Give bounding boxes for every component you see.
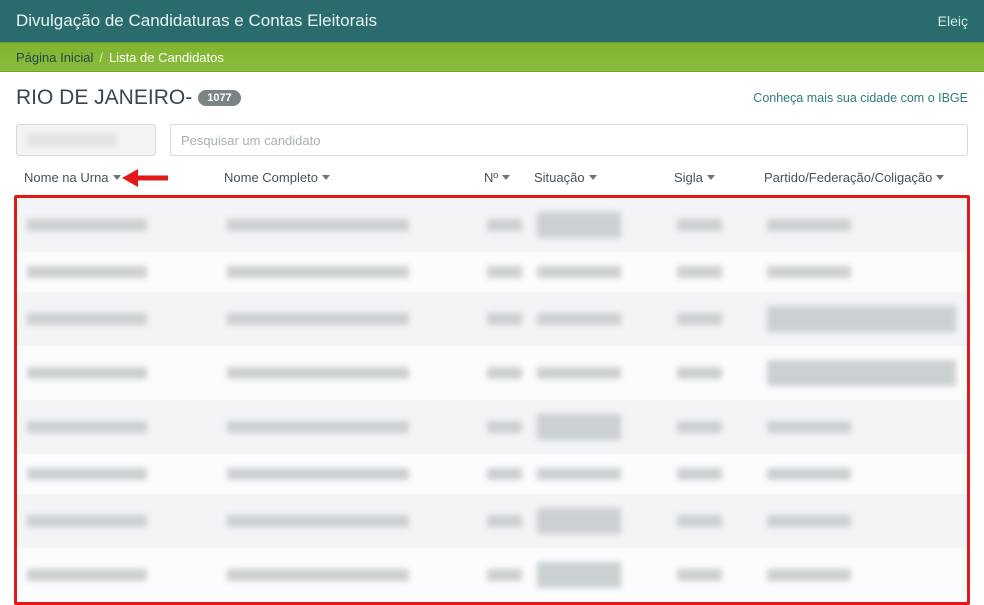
table-row[interactable]	[17, 198, 967, 252]
table-body	[14, 195, 970, 605]
blurred-cell	[227, 367, 409, 379]
table-header: Nome na Urna Nome Completo Nº Situação S…	[14, 170, 970, 195]
blurred-cell	[677, 367, 722, 379]
blurred-cell	[227, 313, 409, 325]
blurred-cell	[537, 508, 621, 534]
col-numero[interactable]: Nº	[484, 170, 534, 185]
sort-caret-icon	[707, 175, 715, 180]
breadcrumb: Página Inicial / Lista de Candidatos	[0, 42, 984, 72]
blurred-cell	[537, 313, 621, 325]
col-nome-completo[interactable]: Nome Completo	[224, 170, 484, 185]
table-row[interactable]	[17, 292, 967, 346]
search-input[interactable]: Pesquisar um candidato	[170, 124, 968, 156]
blurred-cell	[487, 313, 522, 325]
blurred-cell	[767, 266, 851, 278]
blurred-cell	[677, 266, 722, 278]
blurred-cell	[227, 266, 409, 278]
blurred-cell	[227, 468, 409, 480]
sort-caret-icon	[113, 175, 121, 180]
ibge-link[interactable]: Conheça mais sua cidade com o IBGE	[753, 91, 968, 105]
blurred-cell	[27, 421, 147, 433]
blurred-cell	[487, 421, 522, 433]
filter-select-value-blurred	[27, 133, 117, 147]
sort-caret-icon	[589, 175, 597, 180]
blurred-cell	[677, 468, 722, 480]
content: RIO DE JANEIRO - 1077 Conheça mais sua c…	[0, 72, 984, 605]
table-row[interactable]	[17, 400, 967, 454]
blurred-cell	[537, 414, 621, 440]
blurred-cell	[487, 515, 522, 527]
filters-row: Pesquisar um candidato	[10, 118, 974, 170]
col-nome-urna[interactable]: Nome na Urna	[24, 170, 224, 185]
blurred-cell	[677, 313, 722, 325]
blurred-cell	[537, 367, 621, 379]
table-row[interactable]	[17, 252, 967, 292]
blurred-cell	[537, 562, 621, 588]
blurred-cell	[487, 367, 522, 379]
filter-select[interactable]	[16, 124, 156, 156]
app-title: Divulgação de Candidaturas e Contas Elei…	[16, 11, 377, 31]
table-row[interactable]	[17, 494, 967, 548]
blurred-cell	[27, 515, 147, 527]
blurred-cell	[767, 515, 851, 527]
blurred-cell	[767, 360, 956, 386]
region-name: RIO DE JANEIRO	[16, 86, 185, 110]
blurred-cell	[677, 219, 722, 231]
title-row: RIO DE JANEIRO - 1077 Conheça mais sua c…	[10, 86, 974, 118]
blurred-cell	[677, 421, 722, 433]
sort-caret-icon	[936, 175, 944, 180]
table-row[interactable]	[17, 454, 967, 494]
blurred-cell	[487, 266, 522, 278]
blurred-cell	[767, 306, 956, 332]
blurred-cell	[27, 219, 147, 231]
blurred-cell	[537, 212, 621, 238]
sort-caret-icon	[502, 175, 510, 180]
blurred-cell	[767, 219, 851, 231]
page-title: RIO DE JANEIRO - 1077	[16, 86, 241, 110]
topbar: Divulgação de Candidaturas e Contas Elei…	[0, 0, 984, 42]
blurred-cell	[677, 569, 722, 581]
candidates-table: Nome na Urna Nome Completo Nº Situação S…	[10, 170, 974, 605]
blurred-cell	[487, 219, 522, 231]
count-badge: 1077	[198, 90, 240, 106]
blurred-cell	[27, 313, 147, 325]
table-row[interactable]	[17, 346, 967, 400]
blurred-cell	[227, 421, 409, 433]
col-situacao[interactable]: Situação	[534, 170, 674, 185]
blurred-cell	[27, 569, 147, 581]
breadcrumb-home[interactable]: Página Inicial	[16, 50, 93, 65]
blurred-cell	[677, 515, 722, 527]
blurred-cell	[767, 569, 851, 581]
col-sigla[interactable]: Sigla	[674, 170, 764, 185]
blurred-cell	[227, 515, 409, 527]
blurred-cell	[27, 367, 147, 379]
blurred-cell	[487, 468, 522, 480]
blurred-cell	[27, 266, 147, 278]
breadcrumb-current: Lista de Candidatos	[109, 50, 224, 65]
blurred-cell	[537, 468, 621, 480]
blurred-cell	[767, 421, 851, 433]
blurred-cell	[767, 468, 851, 480]
search-placeholder: Pesquisar um candidato	[181, 133, 320, 148]
blurred-cell	[537, 266, 621, 278]
region-dash: -	[185, 86, 192, 110]
sort-caret-icon	[322, 175, 330, 180]
blurred-cell	[227, 569, 409, 581]
breadcrumb-separator: /	[99, 50, 103, 65]
col-partido[interactable]: Partido/Federação/Coligação	[764, 170, 974, 185]
topbar-right[interactable]: Eleiç	[938, 13, 968, 29]
table-row[interactable]	[17, 548, 967, 602]
blurred-cell	[227, 219, 409, 231]
blurred-cell	[487, 569, 522, 581]
blurred-cell	[27, 468, 147, 480]
